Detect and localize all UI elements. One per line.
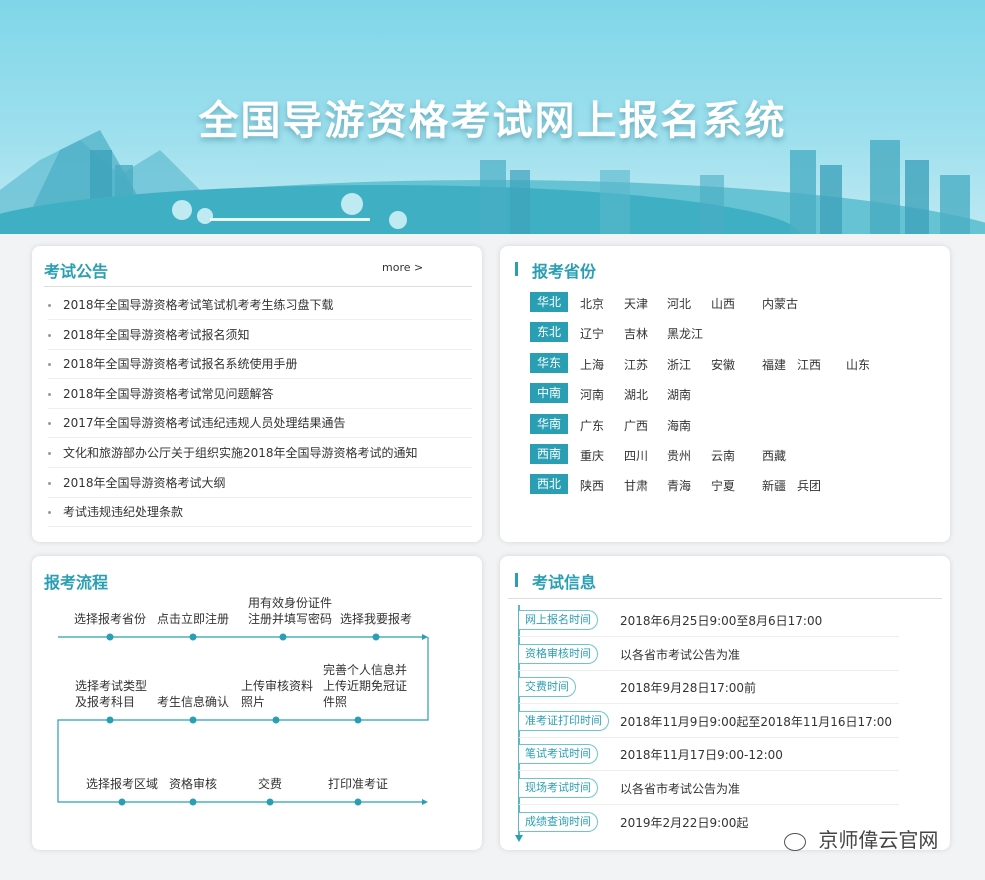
exam-info-value: 2019年2月22日9:00起 [620, 815, 749, 830]
wechat-icon [784, 832, 806, 851]
exam-info-label: 资格审核时间 [519, 643, 598, 664]
exam-info-value: 以各省市考试公告为准 [620, 647, 741, 662]
exam-info-label: 笔试考试时间 [519, 744, 598, 765]
exam-info-value: 2018年11月9日9:00起至2018年11月16日17:00 [620, 714, 893, 729]
exam-info-label: 成绩查询时间 [519, 811, 598, 832]
exam-info-separator [519, 703, 899, 705]
exam-info-timeline [515, 605, 523, 842]
exam-info-label: 网上报名时间 [519, 610, 598, 630]
exam-info-label: 现场考试时间 [519, 778, 598, 798]
exam-info-value: 以各省市考试公告为准 [620, 782, 741, 796]
exam-info-label: 交费时间 [519, 677, 576, 698]
exam-info-label: 准考证打印时间 [519, 710, 609, 731]
watermark: 京师偉云官网 [784, 824, 938, 853]
exam-info-value: 2018年6月25日9:00至8月6日17:00 [620, 614, 823, 628]
exam-info-separator [519, 804, 899, 805]
exam-info-separator [519, 770, 899, 772]
exam-info-separator [519, 736, 899, 738]
exam-info-separator [519, 669, 899, 671]
exam-info-separator [519, 636, 899, 637]
watermark-text: 京师偉云官网 [818, 828, 939, 852]
exam-info-value: 2018年11月17日9:00-12:00 [620, 748, 783, 763]
exam-info-value: 2018年9月28日17:00前 [620, 681, 757, 696]
